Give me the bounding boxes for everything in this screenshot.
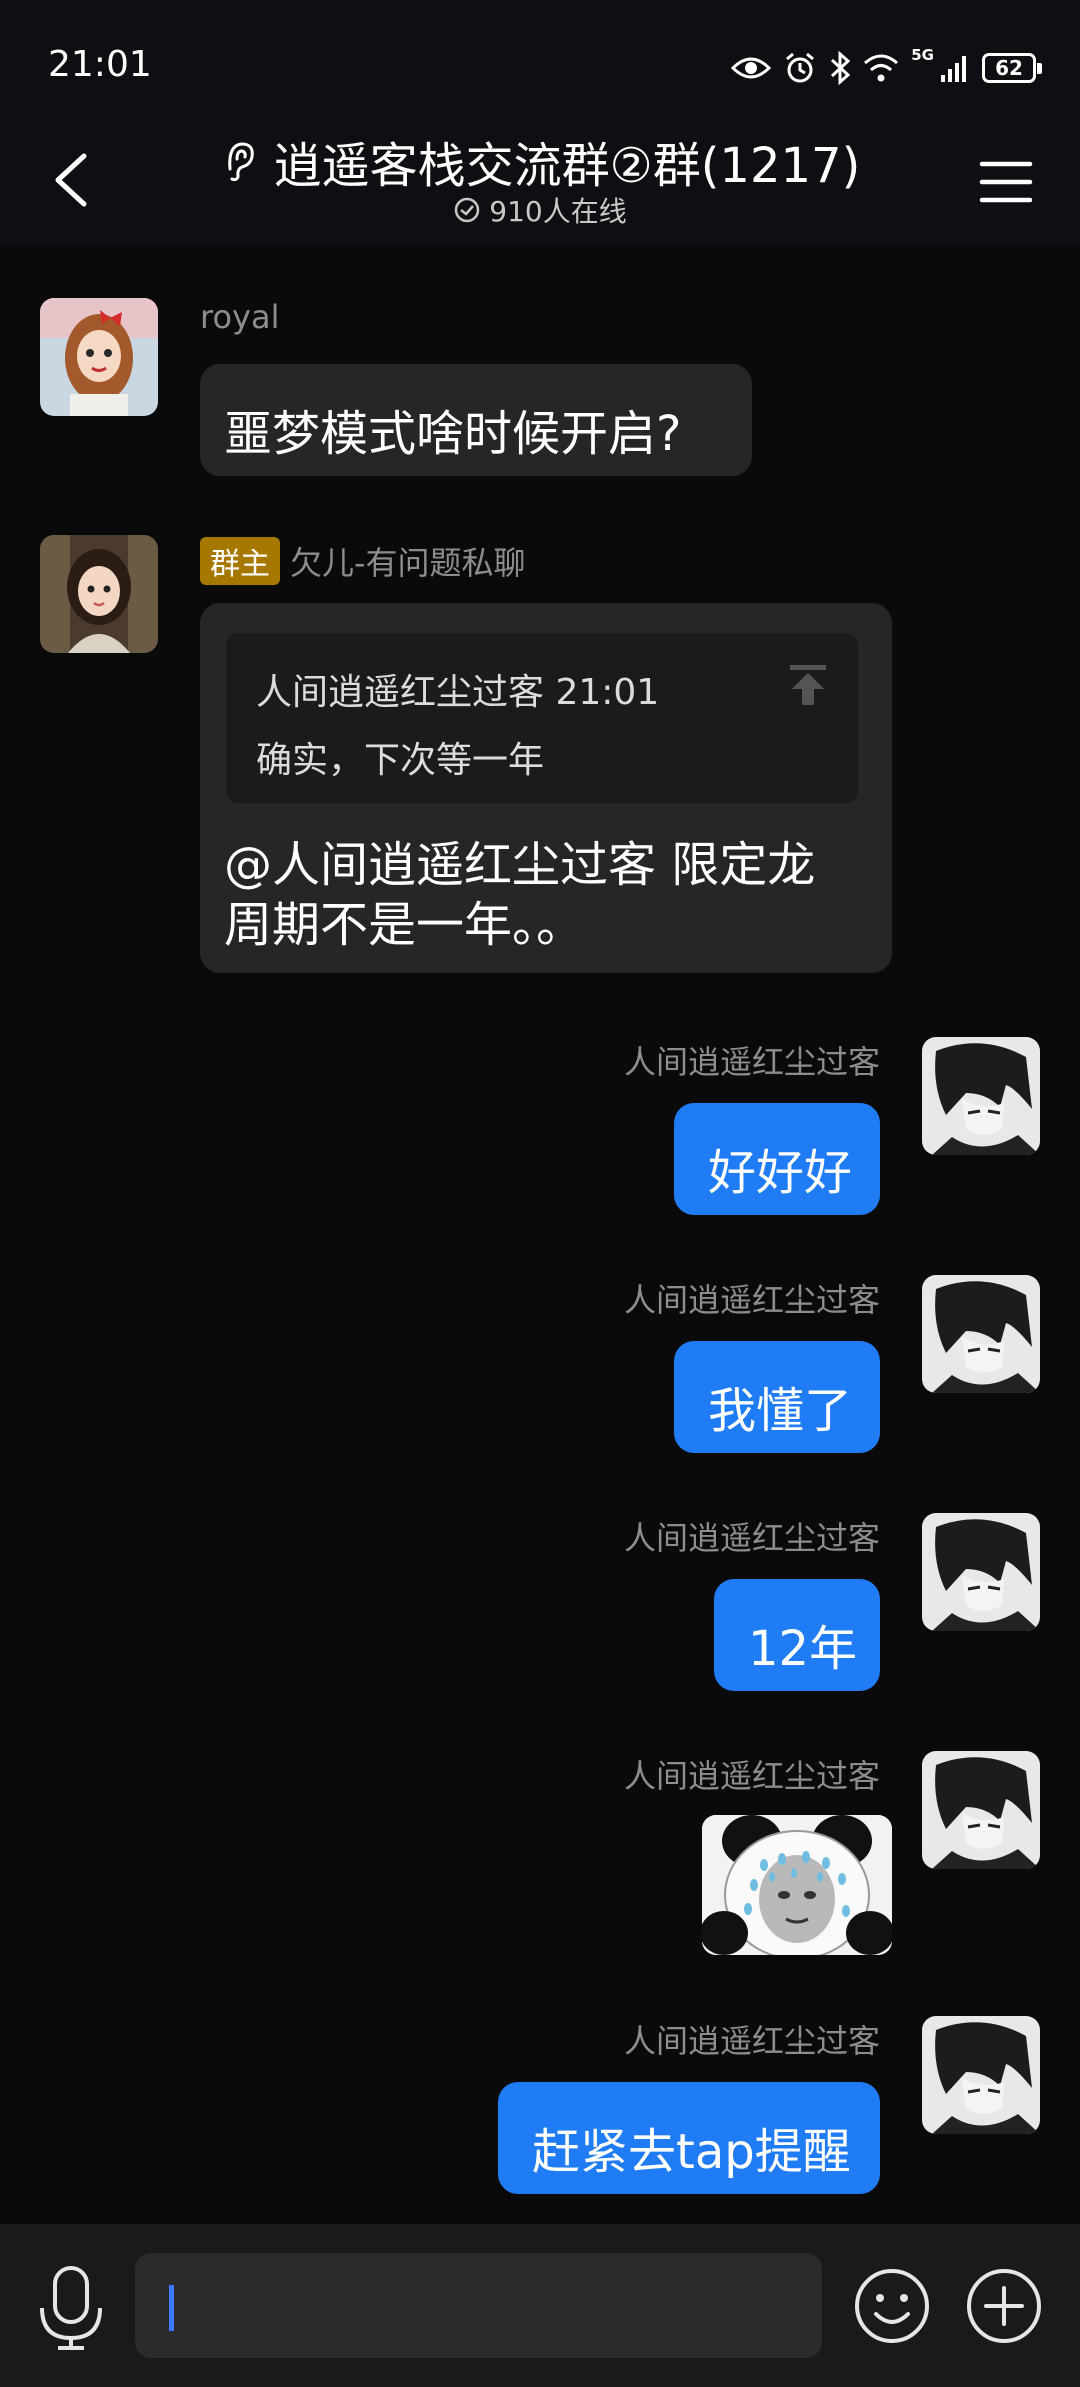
network-type: 5G — [911, 46, 934, 64]
owner-badge: 群主 — [200, 537, 280, 585]
sender-name: 人间逍遥红尘过客 — [623, 1043, 880, 1081]
message-item: 人间逍遥红尘过客 赶紧去tap提醒 — [0, 2016, 1080, 2196]
check-circle-icon — [455, 197, 480, 223]
title-row[interactable]: 逍遥客栈交流群②群(1217) — [0, 126, 1080, 196]
message-item: royal 噩梦模式啥时候开启? — [0, 298, 1080, 478]
quote-header: 人间逍遥红尘过客 21:01 — [256, 672, 660, 713]
eye-icon — [731, 57, 772, 79]
battery-indicator: 62 — [982, 53, 1042, 83]
ear-icon — [227, 142, 254, 182]
plus-icon[interactable] — [964, 2266, 1044, 2346]
sender-name: 人间逍遥红尘过客 — [623, 1281, 880, 1319]
menu-icon[interactable] — [976, 152, 1036, 212]
panda-sticker[interactable] — [702, 1815, 892, 1955]
jump-to-top-icon[interactable] — [786, 663, 830, 707]
wifi-icon — [864, 54, 899, 82]
alarm-icon — [786, 52, 815, 83]
status-time: 21:01 — [48, 44, 152, 85]
avatar[interactable] — [922, 1513, 1040, 1631]
chat-header: 逍遥客栈交流群②群(1217) 910人在线 — [0, 120, 1080, 246]
status-icons: 5G 62 — [731, 46, 1042, 90]
message-text: 好好好 — [708, 1145, 853, 1201]
avatar[interactable] — [922, 2016, 1040, 2134]
online-count: 910人在线 — [489, 195, 627, 228]
message-bubble[interactable]: 好好好 — [674, 1103, 880, 1215]
avatar[interactable] — [922, 1037, 1040, 1155]
message-bubble[interactable]: 赶紧去tap提醒 — [498, 2082, 880, 2194]
text-caret — [169, 2285, 174, 2331]
message-bubble[interactable]: 12年 — [714, 1579, 880, 1691]
quote-text: 确实，下次等一年 — [256, 740, 545, 781]
microphone-icon[interactable] — [36, 2264, 106, 2350]
sender-label: 欠儿-有问题私聊 — [290, 544, 526, 582]
message-text: 12年 — [748, 1621, 858, 1677]
message-item: 人间逍遥红尘过客 — [0, 1751, 1080, 1961]
message-item: 人间逍遥红尘过客 好好好 — [0, 1037, 1080, 1217]
avatar[interactable] — [40, 535, 158, 653]
group-title: 逍遥客栈交流群②群(1217) — [273, 138, 861, 194]
avatar[interactable] — [922, 1751, 1040, 1869]
bluetooth-icon — [831, 51, 851, 85]
message-bubble[interactable]: 我懂了 — [674, 1341, 880, 1453]
message-bubble[interactable]: 噩梦模式啥时候开启? — [200, 364, 752, 476]
emoji-icon[interactable] — [852, 2266, 932, 2346]
sender-name: 人间逍遥红尘过客 — [623, 2022, 880, 2060]
quoted-message[interactable]: 人间逍遥红尘过客 21:01 确实，下次等一年 — [226, 633, 858, 803]
sender-name: 群主 欠儿-有问题私聊 — [200, 537, 526, 585]
message-bubble[interactable]: 人间逍遥红尘过客 21:01 确实，下次等一年 @人间逍遥红尘过客 限定龙 周期… — [200, 603, 892, 973]
message-text: @人间逍遥红尘过客 限定龙 周期不是一年。。 — [224, 835, 815, 955]
signal-icon — [941, 56, 966, 82]
sender-name: royal — [200, 298, 280, 336]
sender-name: 人间逍遥红尘过客 — [623, 1519, 880, 1557]
message-item: 人间逍遥红尘过客 我懂了 — [0, 1275, 1080, 1455]
message-input[interactable] — [135, 2253, 822, 2358]
message-text: 噩梦模式啥时候开启? — [224, 406, 682, 462]
online-status: 910人在线 — [0, 190, 1080, 230]
avatar[interactable] — [40, 298, 158, 416]
message-text: 我懂了 — [708, 1383, 853, 1439]
input-bar — [0, 2224, 1080, 2387]
avatar[interactable] — [922, 1275, 1040, 1393]
message-text: 赶紧去tap提醒 — [532, 2124, 851, 2180]
sender-name: 人间逍遥红尘过客 — [623, 1757, 880, 1795]
message-item: 人间逍遥红尘过客 12年 — [0, 1513, 1080, 1693]
status-bar: 21:01 5G 62 — [0, 0, 1080, 120]
message-text-line: @人间逍遥红尘过客 限定龙 — [224, 837, 816, 893]
message-item: 群主 欠儿-有问题私聊 人间逍遥红尘过客 21:01 确实，下次等一年 @人间逍遥… — [0, 535, 1080, 975]
message-text-line: 周期不是一年。。 — [224, 897, 585, 953]
